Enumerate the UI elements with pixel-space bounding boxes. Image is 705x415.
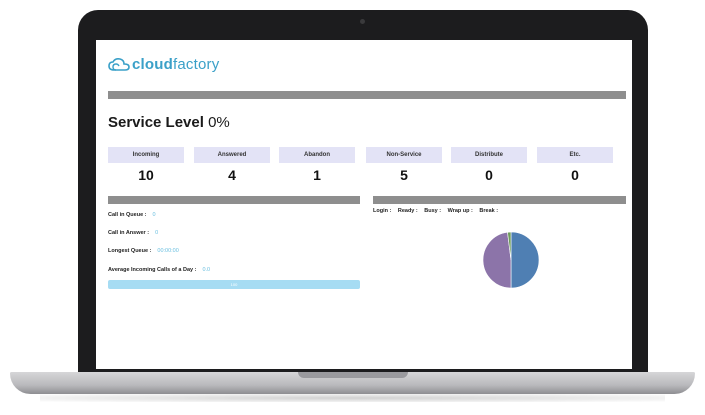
pie-svg xyxy=(482,231,540,289)
service-level-label: Service Level xyxy=(108,114,204,131)
status-login: Login : xyxy=(373,208,392,214)
service-level-title: Service Level 0% xyxy=(108,114,230,131)
laptop-notch xyxy=(298,372,408,378)
cloud-logo-icon xyxy=(108,57,130,71)
stat-value: 4 xyxy=(228,167,236,183)
call-in-queue-value: 0 xyxy=(152,212,156,218)
avg-incoming-value: 0.0 xyxy=(202,267,211,273)
avg-incoming-label: Average Incoming Calls of a Day : xyxy=(108,267,197,273)
stat-value: 0 xyxy=(571,167,579,183)
status-break: Break : xyxy=(479,208,499,214)
progress-text: 100 xyxy=(230,282,238,287)
stat-distribute: Distribute 0 xyxy=(451,147,527,183)
stat-incoming: Incoming 10 xyxy=(108,147,184,183)
incoming-progress-bar: 100 xyxy=(108,280,360,289)
brand-name-bold: cloud xyxy=(132,56,173,73)
pie-slice-0 xyxy=(510,231,540,289)
longest-queue: Longest Queue : 00:00:00 xyxy=(108,248,179,254)
agent-status-pie-chart xyxy=(436,220,586,310)
longest-queue-value: 00:00:00 xyxy=(157,248,179,254)
call-in-answer-label: Call in Answer : xyxy=(108,230,150,236)
stat-etc: Etc. 0 xyxy=(537,147,613,183)
stat-value: 5 xyxy=(400,167,408,183)
pie-slice-1 xyxy=(482,231,512,289)
stat-value: 1 xyxy=(313,167,321,183)
call-in-answer: Call in Answer : 0 xyxy=(108,230,158,236)
longest-queue-label: Longest Queue : xyxy=(108,248,152,254)
header-bar xyxy=(108,91,626,99)
stat-label: Non-Service xyxy=(366,147,442,163)
stat-label: Abandon xyxy=(279,147,355,163)
laptop-shadow xyxy=(40,394,665,402)
stat-label: Distribute xyxy=(451,147,527,163)
stat-value: 0 xyxy=(485,167,493,183)
dashboard-screen: cloudfactory Service Level 0% Incoming 1… xyxy=(96,40,632,369)
cloudfactory-logo: cloudfactory xyxy=(108,56,219,73)
agent-status-row: Login : Ready : Busy : Wrap up : Break : xyxy=(373,208,503,214)
stat-label: Etc. xyxy=(537,147,613,163)
status-wrap-up: Wrap up : xyxy=(447,208,473,214)
status-ready: Ready : xyxy=(397,208,418,214)
brand-name-light: factory xyxy=(173,56,220,73)
stat-answered: Answered 4 xyxy=(194,147,270,183)
call-in-answer-value: 0 xyxy=(155,230,159,236)
service-level-value: 0% xyxy=(208,114,230,131)
status-busy: Busy : xyxy=(424,208,442,214)
stat-abandon: Abandon 1 xyxy=(279,147,355,183)
call-in-queue-label: Call in Queue : xyxy=(108,212,147,218)
avg-incoming-calls: Average Incoming Calls of a Day : 0.0 xyxy=(108,267,210,273)
left-panel-bar xyxy=(108,196,360,204)
brand-name: cloudfactory xyxy=(132,56,219,73)
stat-non-service: Non-Service 5 xyxy=(366,147,442,183)
stat-label: Answered xyxy=(194,147,270,163)
stat-value: 10 xyxy=(138,167,154,183)
right-panel-bar xyxy=(373,196,626,204)
webcam xyxy=(360,19,365,24)
stat-label: Incoming xyxy=(108,147,184,163)
call-in-queue: Call in Queue : 0 xyxy=(108,212,156,218)
